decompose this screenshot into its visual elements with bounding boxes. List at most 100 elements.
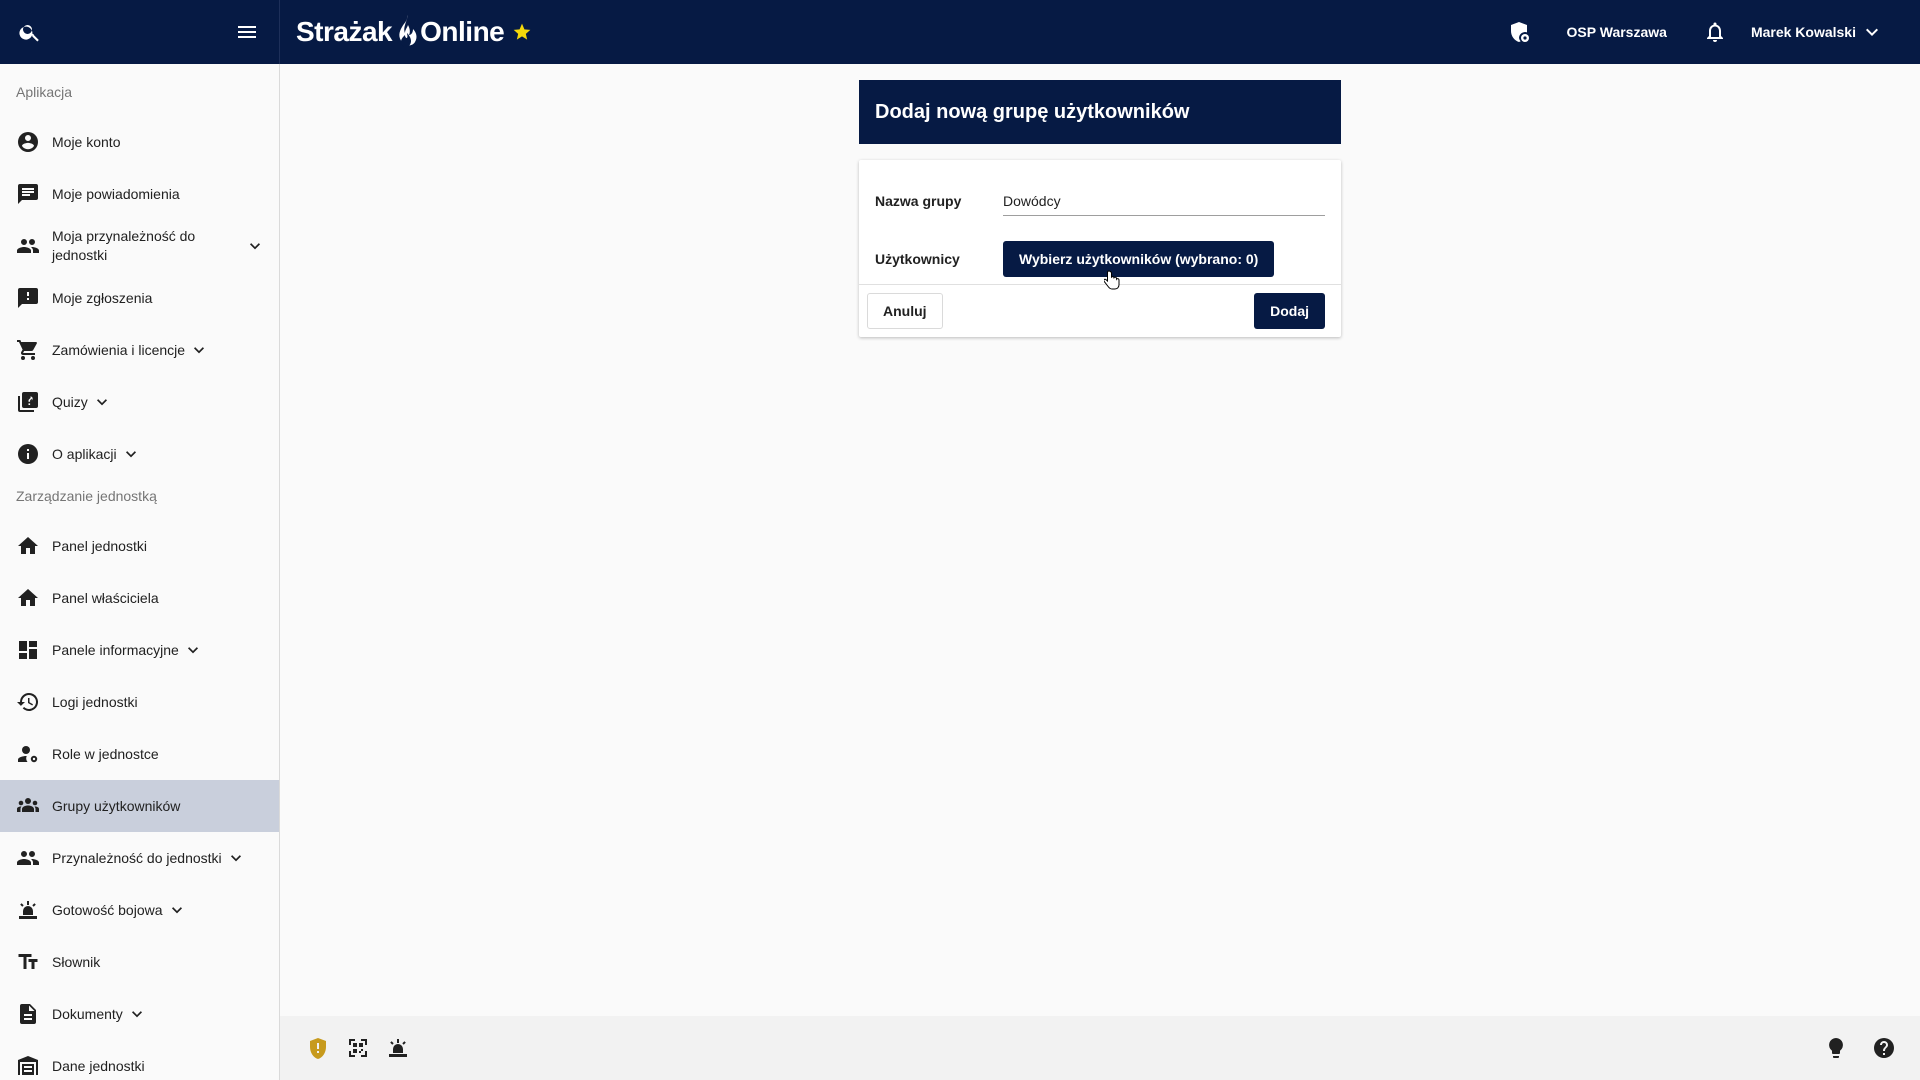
group-name-value: Dowódcy xyxy=(1003,192,1061,209)
shield-warning-icon[interactable] xyxy=(306,1036,330,1060)
shield-gear-icon xyxy=(1510,22,1529,42)
sidebar-item-label: Gotowość bojowa xyxy=(52,902,163,918)
group-name-input[interactable]: Dowódcy xyxy=(1003,186,1325,216)
chevron-down-icon xyxy=(230,855,241,862)
group-name-row: Nazwa grupy Dowódcy xyxy=(875,186,1325,216)
chevron-down-icon xyxy=(250,243,260,250)
search-icon[interactable] xyxy=(18,20,42,44)
sidebar-item-combat-readiness[interactable]: Gotowość bojowa xyxy=(0,884,279,936)
unit-selector[interactable]: OSP Warszawa xyxy=(1567,24,1667,40)
account-circle-icon xyxy=(18,132,38,152)
dashboard-icon xyxy=(19,641,37,659)
sidebar-item-quizzes[interactable]: Quizy xyxy=(0,376,279,428)
people-icon xyxy=(17,239,39,253)
sidebar-item-my-reports[interactable]: Moje zgłoszenia xyxy=(0,272,279,324)
bottom-toolbar xyxy=(280,1016,1920,1080)
sidebar-item-my-notifications[interactable]: Moje powiadomienia xyxy=(0,168,279,220)
bell-icon xyxy=(1706,22,1723,42)
sidebar-item-documents[interactable]: Dokumenty xyxy=(0,988,279,1040)
chevron-down-icon xyxy=(187,647,198,654)
add-group-form: Nazwa grupy Dowódcy Użytkownicy Wybierz … xyxy=(859,160,1341,337)
notifications-button[interactable] xyxy=(1703,20,1727,44)
brand-left-text: Strażak xyxy=(296,16,393,47)
sidebar-item-label: Dokumenty xyxy=(52,1006,123,1022)
star-icon xyxy=(513,23,531,40)
sidebar-item-label: Moje zgłoszenia xyxy=(52,290,153,306)
sidebar-item-label: Grupy użytkowników xyxy=(52,798,181,814)
sidebar-item-orders-licenses[interactable]: Zamówienia i licencje xyxy=(0,324,279,376)
sidebar-item-label: Moje konto xyxy=(52,134,121,150)
security-status-button[interactable] xyxy=(1507,20,1531,44)
siren-icon[interactable] xyxy=(386,1036,410,1060)
sidebar-item-label: Quizy xyxy=(52,394,88,410)
topbar-right-group: OSP Warszawa Marek Kowalski xyxy=(1507,20,1920,44)
sidebar-item-label: Dane jednostki xyxy=(52,1058,145,1074)
topbar-left-group xyxy=(0,0,280,64)
people-icon xyxy=(17,851,39,865)
chevron-down-icon xyxy=(194,347,205,354)
home-icon xyxy=(18,537,38,554)
sidebar-item-label: Panel jednostki xyxy=(52,538,147,554)
qr-code-scan-icon[interactable] xyxy=(346,1036,370,1060)
top-app-bar: Strażak Online OSP Warszawa Marek Kowals… xyxy=(0,0,1920,64)
message-icon xyxy=(18,184,38,204)
chevron-down-icon xyxy=(96,399,107,406)
sidebar-item-label: O aplikacji xyxy=(52,446,117,462)
feedback-icon xyxy=(18,288,38,308)
history-icon xyxy=(17,692,39,711)
home-icon xyxy=(18,589,38,606)
chevron-down-icon xyxy=(1866,28,1878,36)
sidebar-item-label: Słownik xyxy=(52,954,101,970)
sidebar-item-label: Moje powiadomienia xyxy=(52,186,180,202)
sidebar-item-dictionary[interactable]: Słownik xyxy=(0,936,279,988)
chevron-down-icon xyxy=(171,907,182,914)
user-menu[interactable]: Marek Kowalski xyxy=(1751,20,1884,44)
chevron-down-icon xyxy=(125,451,136,458)
user-name: Marek Kowalski xyxy=(1750,24,1856,40)
help-icon[interactable] xyxy=(1872,1036,1896,1060)
menu-icon[interactable] xyxy=(235,20,259,44)
sidebar-item-label: Przynależność do jednostki xyxy=(52,850,222,866)
brand-logo[interactable]: Strażak Online xyxy=(296,13,532,51)
groups-icon xyxy=(17,798,39,812)
quiz-icon xyxy=(18,392,38,412)
text-fields-icon xyxy=(18,954,38,969)
cart-icon xyxy=(17,340,37,360)
cancel-button[interactable]: Anuluj xyxy=(867,293,943,329)
add-button[interactable]: Dodaj xyxy=(1254,293,1325,329)
sidebar-item-my-account[interactable]: Moje konto xyxy=(0,116,279,168)
select-users-button[interactable]: Wybierz użytkowników (wybrano: 0) xyxy=(1003,241,1275,277)
brand-right-text: Online xyxy=(420,16,505,47)
sidebar-item-label: Moja przynależność do jednostki xyxy=(52,228,196,263)
lightbulb-icon[interactable] xyxy=(1824,1036,1848,1060)
hand-cursor-icon xyxy=(1104,270,1120,290)
chevron-down-icon xyxy=(131,1011,142,1018)
sidebar-item-my-membership[interactable]: Moja przynależność do jednostki xyxy=(0,220,279,272)
person-gear-icon xyxy=(18,746,38,763)
sidebar-section-app: Aplikacja xyxy=(16,84,73,100)
sidebar-item-about[interactable]: O aplikacji xyxy=(0,428,279,480)
sidebar-item-label: Panel właściciela xyxy=(52,590,159,606)
sidebar-item-user-groups[interactable]: Grupy użytkowników xyxy=(0,780,279,832)
info-icon xyxy=(18,444,38,464)
page-title: Dodaj nową grupę użytkowników xyxy=(875,100,1190,123)
group-name-label: Nazwa grupy xyxy=(875,193,962,209)
fire-station-icon xyxy=(18,1056,38,1075)
sidebar-item-unit-data[interactable]: Dane jednostki xyxy=(0,1040,279,1080)
users-row: Użytkownicy Wybierz użytkowników (wybran… xyxy=(875,241,1275,277)
sidebar-item-label: Role w jednostce xyxy=(52,746,159,762)
sidebar-item-owner-panel[interactable]: Panel właściciela xyxy=(0,572,279,624)
sidebar-item-info-panels[interactable]: Panele informacyjne xyxy=(0,624,279,676)
document-icon xyxy=(20,1004,36,1024)
brand-wordmark: Strażak Online xyxy=(296,13,505,51)
sidebar-item-label: Panele informacyjne xyxy=(52,642,179,658)
sidebar-item-roles[interactable]: Role w jednostce xyxy=(0,728,279,780)
sidebar-section-unit: Zarządzanie jednostką xyxy=(16,488,157,504)
flame-icon xyxy=(399,15,417,47)
siren-icon xyxy=(19,901,37,919)
sidebar-item-unit-membership[interactable]: Przynależność do jednostki xyxy=(0,832,279,884)
sidebar-item-unit-logs[interactable]: Logi jednostki xyxy=(0,676,279,728)
sidebar-item-unit-panel[interactable]: Panel jednostki xyxy=(0,520,279,572)
form-divider xyxy=(859,284,1341,285)
sidebar-item-label: Logi jednostki xyxy=(52,694,138,710)
